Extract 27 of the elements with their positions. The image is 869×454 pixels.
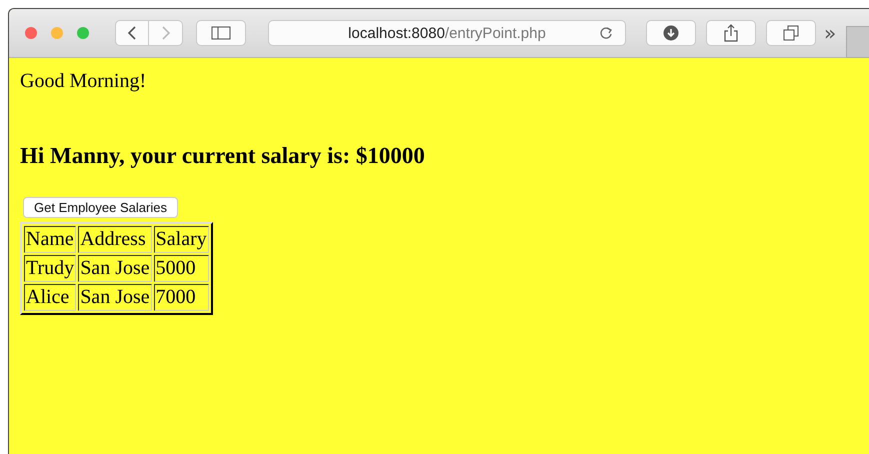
- table-cell: 7000: [154, 284, 209, 311]
- table-cell: San Jose: [78, 255, 152, 282]
- table-cell: Alice: [24, 284, 76, 311]
- share-icon: [724, 24, 738, 42]
- download-button[interactable]: [646, 20, 696, 46]
- greeting-text: Good Morning!: [20, 70, 148, 93]
- table-cell: 5000: [154, 255, 209, 282]
- table-cell: Trudy: [24, 255, 76, 282]
- tabs-button[interactable]: [766, 20, 816, 46]
- table-cell: Address: [78, 226, 152, 253]
- back-icon: [127, 25, 137, 41]
- address-field[interactable]: localhost:8080/entryPoint.php: [268, 20, 626, 46]
- sidebar-icon: [211, 26, 231, 40]
- back-button[interactable]: [115, 20, 149, 46]
- tabs-icon: [783, 25, 799, 41]
- forward-icon: [160, 25, 170, 41]
- salary-heading: Hi Manny, your current salary is: $10000: [20, 143, 426, 169]
- share-button[interactable]: [706, 20, 756, 46]
- table-cell: Salary: [154, 226, 209, 253]
- table-cell: Name: [24, 226, 76, 253]
- close-icon[interactable]: [25, 27, 37, 39]
- download-icon: [663, 25, 679, 41]
- table-cell: San Jose: [78, 284, 152, 311]
- more-button[interactable]: »: [824, 21, 836, 45]
- sidebar-button[interactable]: [196, 20, 246, 46]
- reload-icon: [599, 26, 613, 40]
- get-salaries-button[interactable]: Get Employee Salaries: [23, 197, 178, 218]
